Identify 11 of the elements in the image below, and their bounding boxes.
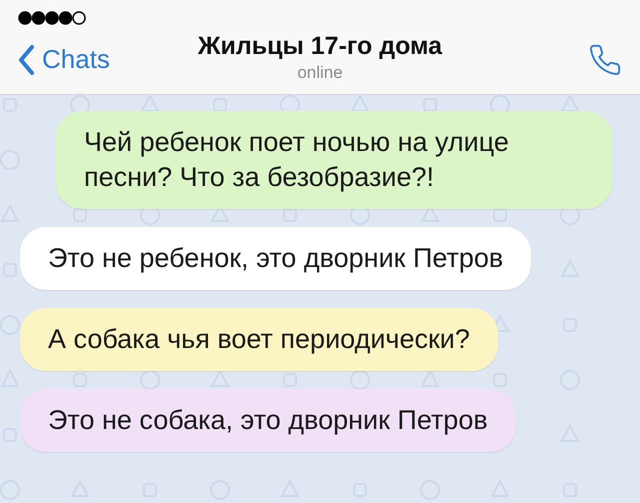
back-button[interactable]: Chats xyxy=(18,44,110,75)
received-message: Это не собака, это дворник Петров xyxy=(20,389,516,452)
received-message: Это не ребенок, это дворник Петров xyxy=(20,227,532,290)
chat-status: online xyxy=(297,63,343,83)
signal-icon xyxy=(18,11,88,25)
sent-message: Чей ребенок поет ночью на улице песни? Что за безобразие?! xyxy=(56,111,612,210)
chat-title: Жильцы 17-го дома xyxy=(198,32,442,61)
phone-button[interactable] xyxy=(588,42,622,76)
chevron-icon xyxy=(18,44,34,74)
phone-icon xyxy=(588,42,622,76)
received-message: А собака чья воет периодически? xyxy=(20,308,498,372)
